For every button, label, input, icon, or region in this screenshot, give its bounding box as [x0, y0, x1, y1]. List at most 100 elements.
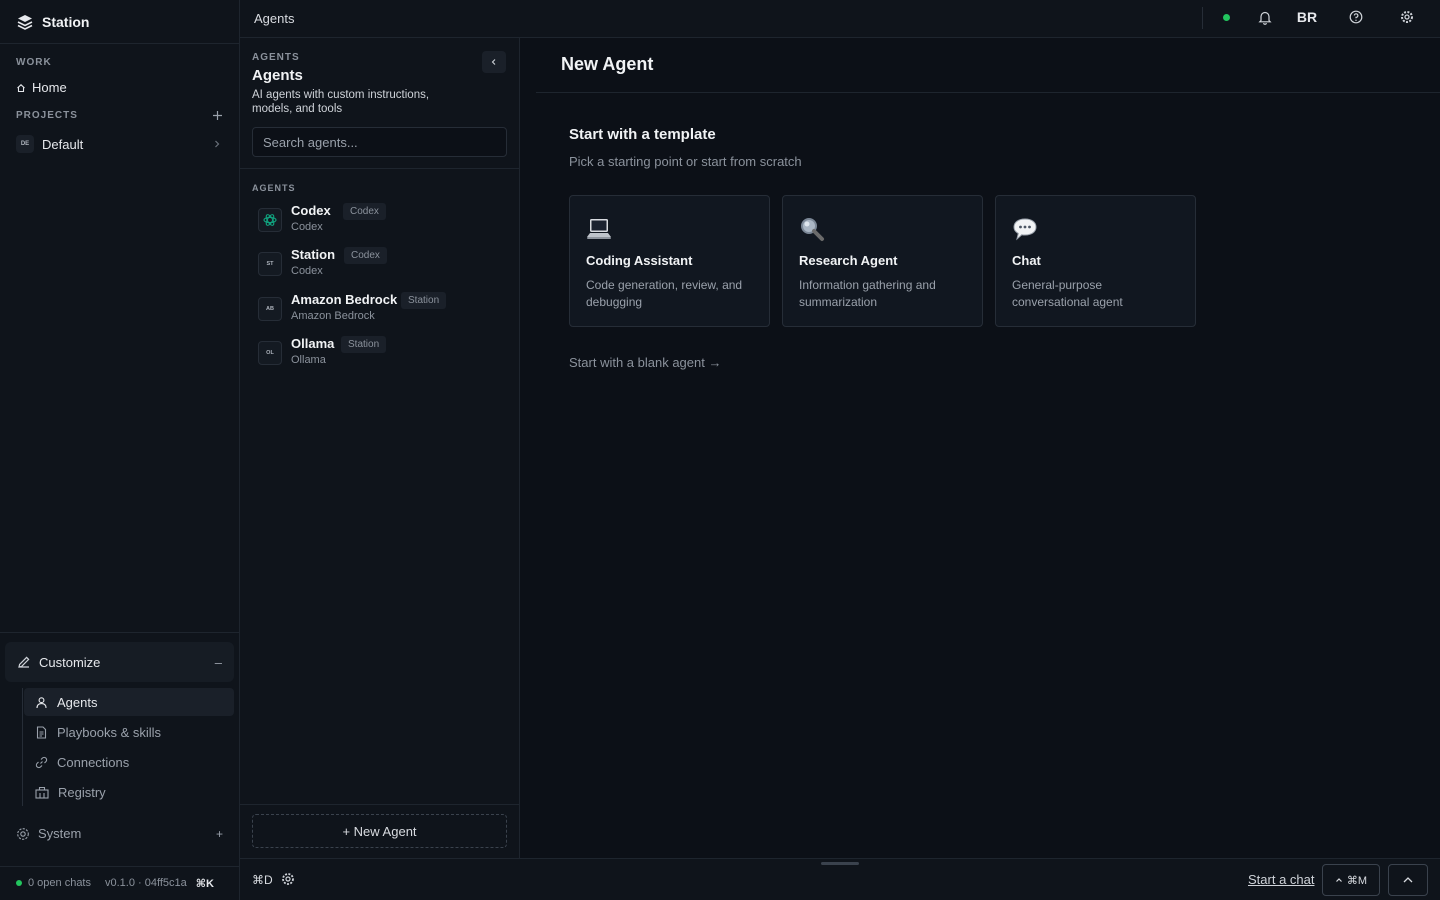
bottom-bar: ⌘D Start a chat ⌘M: [240, 858, 1440, 900]
main-content: New Agent Start with a template Pick a s…: [520, 38, 1440, 858]
template-card-research-agent[interactable]: Research Agent Information gathering and…: [782, 195, 983, 327]
customize-item-connections[interactable]: Connections: [24, 748, 234, 776]
customize-item-label: Connections: [57, 754, 130, 770]
openai-icon: [262, 212, 278, 228]
resize-handle[interactable]: [821, 862, 859, 865]
divider: [1202, 7, 1203, 29]
customize-item-agents[interactable]: Agents: [24, 688, 234, 716]
customize-item-label: Registry: [58, 784, 106, 800]
speech-bubble-icon: [1012, 216, 1038, 242]
station-logo-icon: [16, 13, 34, 31]
nav-home[interactable]: Home: [16, 80, 67, 95]
expand-panel-button[interactable]: [1388, 864, 1428, 896]
shortcut-d[interactable]: ⌘D: [252, 873, 273, 887]
page-title: New Agent: [561, 54, 654, 74]
agent-provider-tag: Station: [341, 336, 387, 353]
top-bar: Agents BR: [240, 0, 1440, 38]
agent-avatar: ST: [258, 252, 282, 276]
project-name: Default: [42, 136, 84, 152]
help-button[interactable]: [1347, 0, 1365, 34]
template-name: Coding Assistant: [586, 253, 693, 268]
system-label: System: [38, 826, 82, 841]
agent-subtitle: Codex: [291, 265, 323, 277]
version-label: v0.1.0 · 04ff5c1a: [105, 877, 187, 889]
agent-subtitle: Ollama: [291, 354, 326, 366]
new-agent-button[interactable]: + New Agent: [252, 814, 507, 848]
user-avatar[interactable]: BR: [1295, 0, 1319, 34]
home-label: Home: [32, 80, 67, 95]
agent-item-amazon-bedrock[interactable]: AB Amazon Bedrock Station Amazon Bedrock: [258, 291, 511, 331]
shortcut-m: ⌘M: [1346, 874, 1368, 887]
app-name: Station: [42, 13, 90, 30]
open-chats-count[interactable]: 0 open chats: [28, 877, 91, 889]
project-item-default[interactable]: DE Default: [16, 134, 221, 154]
gear-icon: [1400, 10, 1414, 24]
projects-header: PROJECTS: [16, 110, 223, 121]
agent-name: Amazon Bedrock: [291, 292, 398, 307]
left-sidebar: Station WORK Home PROJECTS DE Default Cu…: [0, 0, 240, 900]
user-icon: [35, 696, 48, 709]
agents-panel: AGENTS Agents AI agents with custom inst…: [240, 38, 520, 858]
agent-name: Station: [291, 247, 336, 262]
status-dot: [16, 880, 22, 886]
agent-avatar: AB: [258, 297, 282, 321]
expand-indicator: +: [215, 826, 223, 841]
connection-status-indicator[interactable]: [1220, 0, 1232, 34]
collapse-indicator: –: [214, 654, 222, 670]
customize-toggle[interactable]: Customize –: [5, 642, 234, 682]
document-icon: [35, 725, 48, 739]
status-dot: [1222, 13, 1230, 21]
link-icon: [35, 756, 48, 769]
agents-list-label: AGENTS: [252, 183, 296, 193]
agent-item-codex[interactable]: Codex Codex Codex: [258, 202, 511, 242]
brand[interactable]: Station: [0, 0, 239, 44]
panel-description: AI agents with custom instructions, mode…: [252, 89, 430, 115]
search-agents-input[interactable]: [252, 127, 507, 157]
notifications-button[interactable]: [1256, 0, 1274, 34]
agent-item-station[interactable]: ST Station Codex Codex: [258, 246, 511, 286]
sidebar-footer: 0 open chats v0.1.0 · 04ff5c1a ⌘K: [16, 875, 223, 891]
projects-section-label: PROJECTS: [16, 110, 78, 121]
panel-eyebrow: AGENTS: [252, 52, 300, 63]
divider: [536, 92, 1440, 93]
laptop-icon: [586, 216, 612, 242]
gear-icon[interactable]: [281, 872, 295, 886]
help-icon: [1349, 10, 1363, 24]
agent-provider-tag: Codex: [343, 203, 386, 220]
agent-item-ollama[interactable]: OL Ollama Station Ollama: [258, 335, 511, 375]
command-palette-shortcut[interactable]: ⌘K: [196, 877, 214, 890]
settings-button[interactable]: [1398, 0, 1416, 34]
blank-agent-link[interactable]: Start with a blank agent →: [569, 355, 721, 370]
agent-avatar: OL: [258, 341, 282, 365]
customize-label: Customize: [39, 654, 101, 670]
agent-name: Codex: [291, 203, 331, 218]
agent-subtitle: Amazon Bedrock: [291, 310, 375, 322]
agent-name: Ollama: [291, 336, 335, 351]
submenu-guide-line: [22, 688, 23, 806]
work-section-label: WORK: [16, 57, 52, 68]
template-description: Code generation, review, and debugging: [586, 278, 743, 309]
breadcrumb: Agents: [254, 11, 295, 26]
template-card-chat[interactable]: Chat General-purpose conversational agen…: [995, 195, 1196, 327]
bell-icon: [1258, 10, 1272, 25]
customize-item-label: Playbooks & skills: [57, 724, 162, 740]
system-toggle[interactable]: System +: [16, 826, 223, 841]
add-project-icon[interactable]: [212, 110, 223, 121]
project-badge: DE: [16, 135, 34, 153]
chevron-left-icon: [490, 57, 498, 67]
template-card-coding-assistant[interactable]: Coding Assistant Code generation, review…: [569, 195, 770, 327]
magnifier-icon: [799, 216, 825, 242]
pencil-icon: [17, 655, 31, 669]
collapse-panel-button[interactable]: [482, 51, 506, 73]
panel-title: Agents: [252, 67, 303, 84]
customize-item-registry[interactable]: Registry: [24, 778, 234, 806]
building-icon: [35, 786, 49, 799]
customize-item-playbooks[interactable]: Playbooks & skills: [24, 718, 234, 746]
gear-icon: [16, 827, 30, 841]
toggle-chat-button[interactable]: ⌘M: [1322, 864, 1380, 896]
home-icon: [16, 83, 26, 93]
start-chat-link[interactable]: Start a chat: [1248, 872, 1314, 887]
agent-avatar: [258, 208, 282, 232]
template-subheading: Pick a starting point or start from scra…: [569, 154, 802, 169]
agent-subtitle: Codex: [291, 221, 323, 233]
